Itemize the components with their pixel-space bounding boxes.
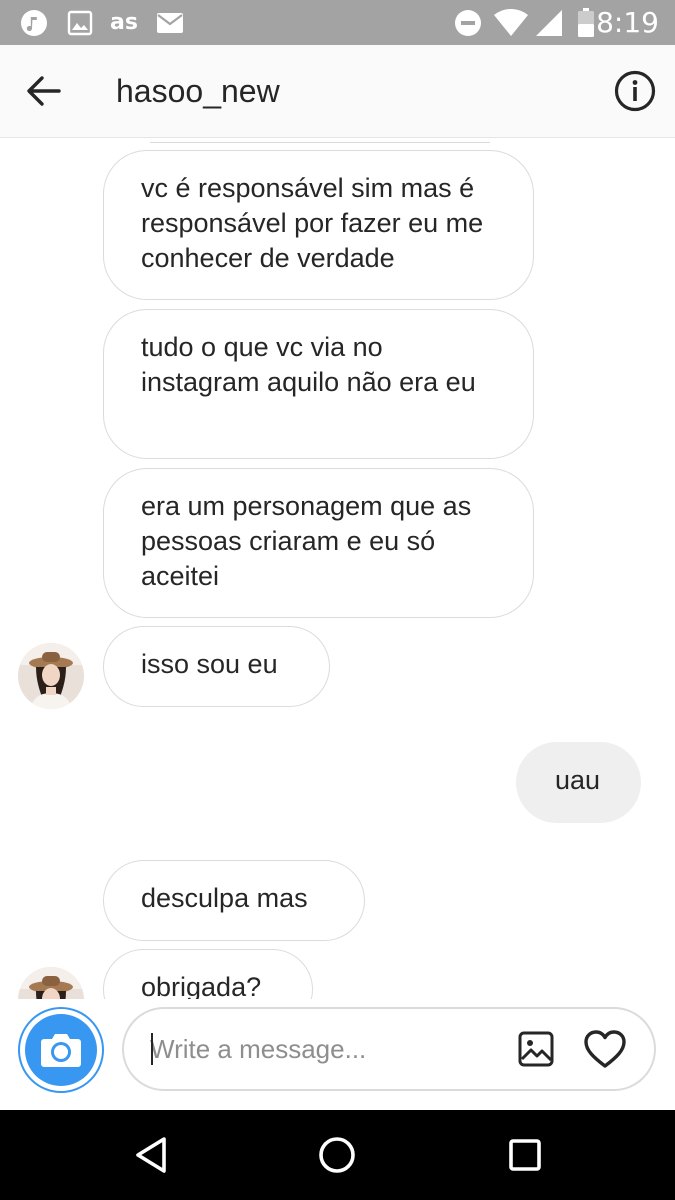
message-text: desculpa mas [141,883,308,913]
camera-icon [41,1034,81,1067]
message-bubble-incoming[interactable]: tudo o que vc via no instagram aquilo nã… [103,309,534,459]
message-text: vc é responsável sim mas é responsável p… [141,173,484,273]
nav-recents-button[interactable] [500,1130,550,1180]
gallery-icon [518,1031,554,1067]
message-text: obrigada? [141,972,262,999]
message-bubble-outgoing[interactable]: uau [516,742,641,823]
message-thread[interactable]: vc é responsável sim mas é responsável p… [0,139,675,999]
do-not-disturb-icon [452,0,484,45]
nav-recents-icon [509,1139,541,1171]
nav-home-button[interactable] [312,1130,362,1180]
thread-title[interactable]: hasoo_new [116,45,280,138]
message-box [122,1007,656,1091]
info-button[interactable] [611,67,659,115]
previous-bubble-edge [150,139,490,143]
message-composer [0,999,675,1110]
message-text: tudo o que vc via no instagram aquilo nã… [141,332,476,397]
android-nav-bar [0,1110,675,1200]
message-text: era um personagem que as pessoas criaram… [141,491,472,591]
avatar[interactable] [18,967,84,999]
message-text: isso sou eu [141,649,278,679]
heart-icon [584,1030,626,1068]
arrow-left-icon [27,76,61,106]
image-icon [64,0,96,45]
signal-icon [534,0,564,45]
message-bubble-incoming[interactable]: era um personagem que as pessoas criaram… [103,468,534,618]
camera-button[interactable] [18,1007,104,1093]
info-icon [614,70,656,112]
nav-back-icon [136,1137,166,1173]
gallery-button[interactable] [516,1029,556,1069]
avatar[interactable] [18,643,84,709]
status-bar: as 8:19 [0,0,675,45]
message-bubble-incoming[interactable]: desculpa mas [103,860,365,941]
lastfm-icon: as [110,10,138,35]
nav-back-button[interactable] [126,1130,176,1180]
message-bubble-incoming[interactable]: isso sou eu [103,626,330,707]
thread-header: hasoo_new [0,45,675,138]
mail-icon [154,0,186,45]
music-icon [18,0,50,45]
wifi-icon [492,0,530,45]
message-bubble-incoming[interactable]: obrigada? [103,949,313,999]
message-text: uau [555,765,601,795]
message-input[interactable] [150,1009,490,1089]
status-time: 8:19 [596,6,659,39]
text-cursor [151,1033,153,1065]
like-button[interactable] [582,1026,628,1072]
message-bubble-incoming[interactable]: vc é responsável sim mas é responsável p… [103,150,534,300]
battery-icon [574,0,598,45]
back-button[interactable] [14,65,74,117]
nav-home-icon [319,1137,355,1173]
